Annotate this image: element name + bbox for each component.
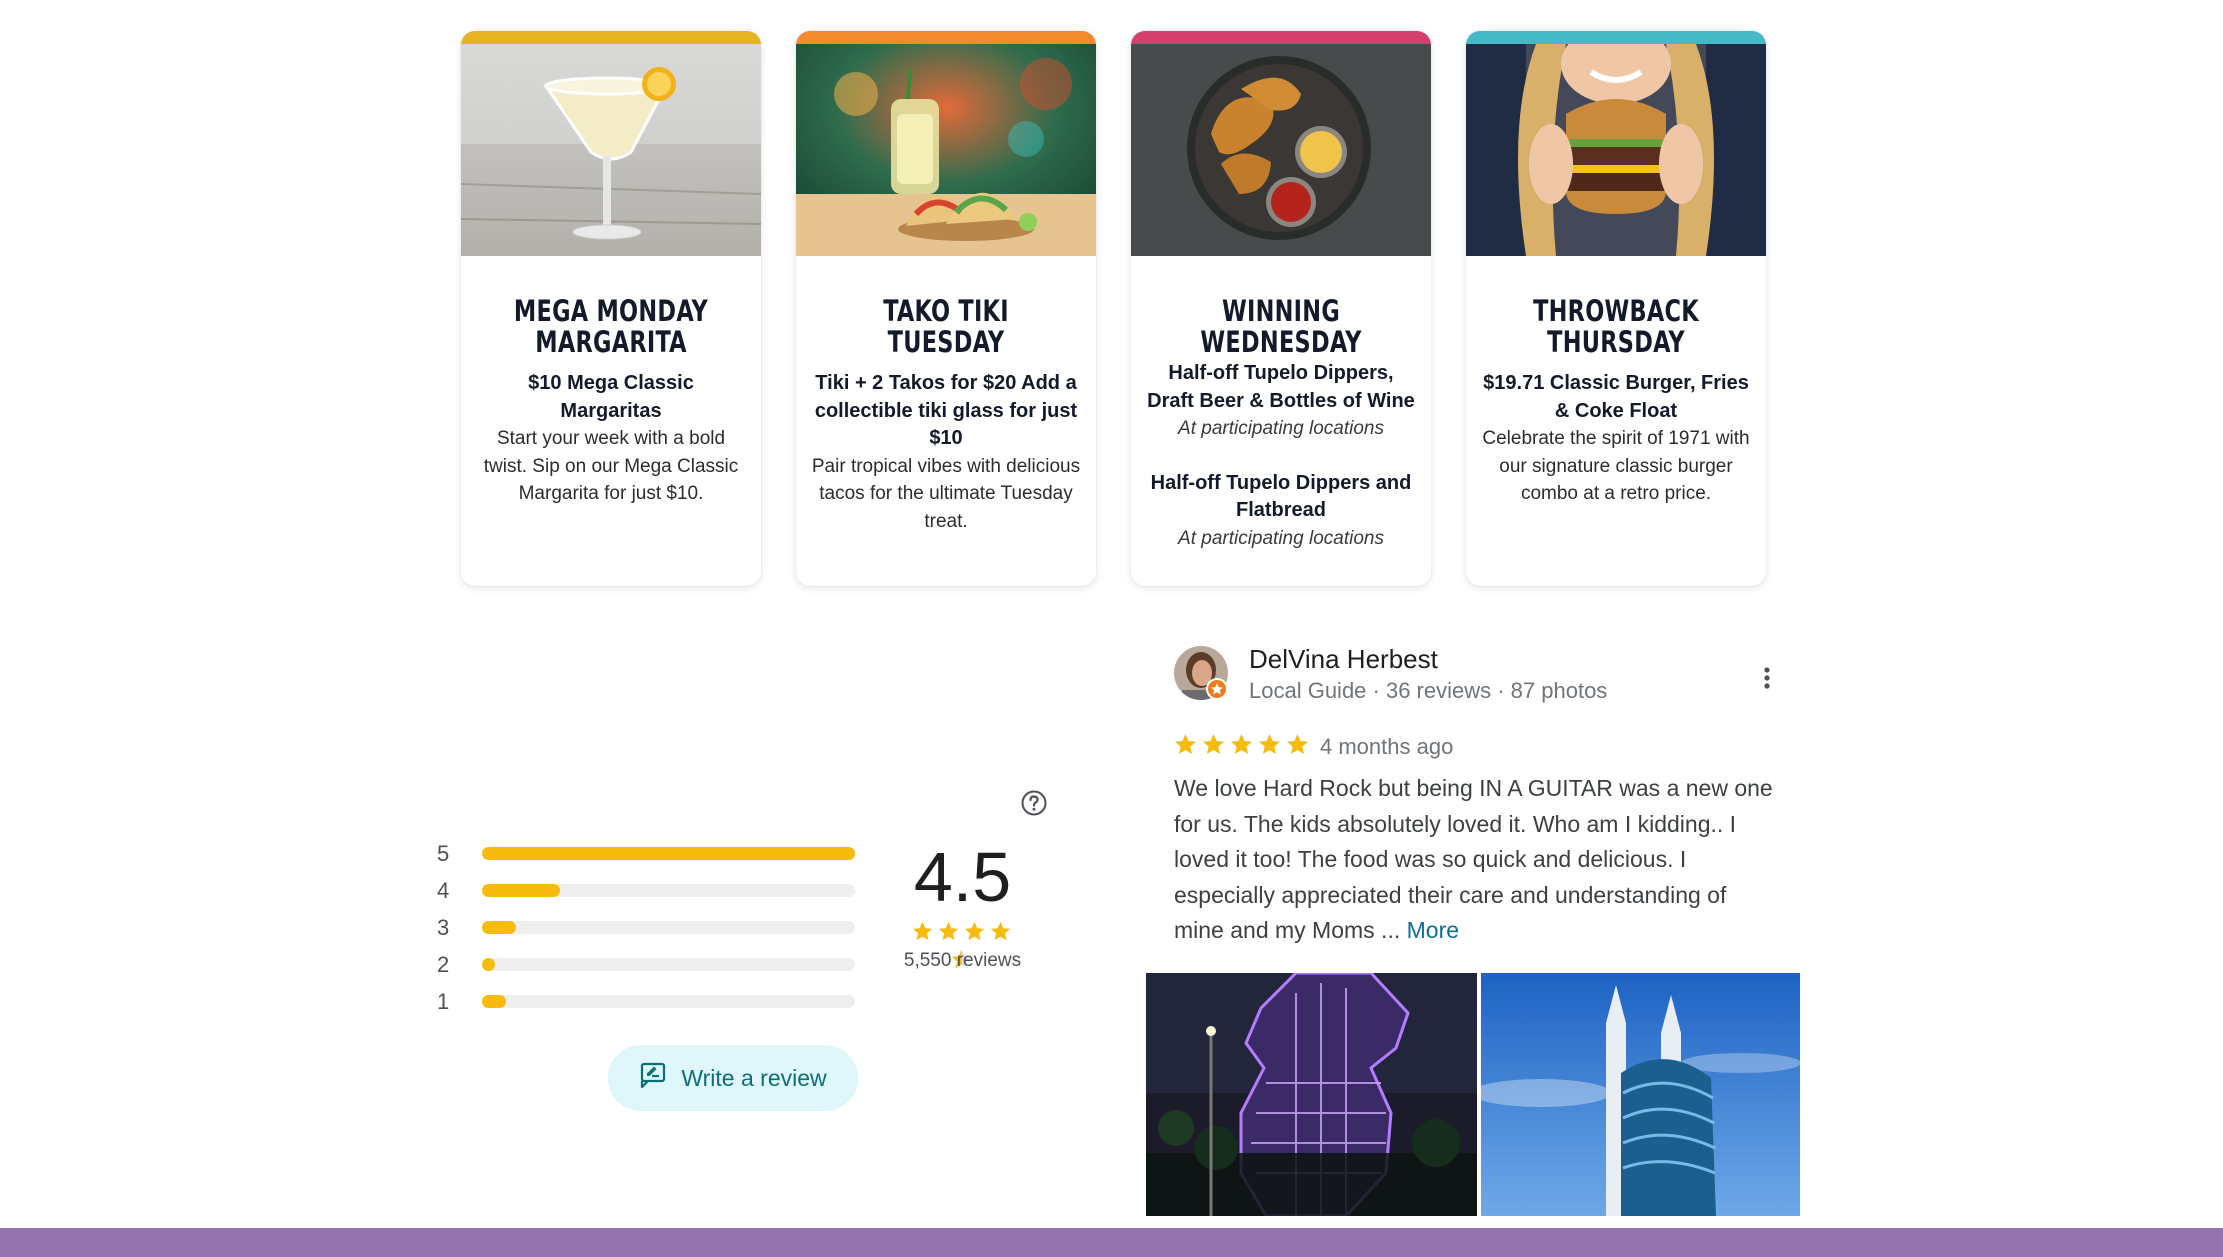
more-link[interactable]: More	[1407, 917, 1459, 943]
card-stripe	[1131, 31, 1431, 44]
help-circle-icon[interactable]	[1020, 789, 1048, 817]
rating-bar-label: 5	[437, 841, 450, 866]
card-description: Start your week with a bold twist. Sip o…	[483, 428, 739, 504]
rating-bar-3[interactable]: 3	[437, 912, 857, 949]
rating-bar-track	[482, 958, 855, 971]
card-deal: Tiki + 2 Takos for $20 Add a collectible…	[814, 372, 1078, 449]
reviewer-meta: Local Guide · 36 reviews · 87 photos	[1249, 678, 1608, 703]
rating-bar-2[interactable]: 2	[437, 949, 857, 986]
review-photo-night[interactable]	[1146, 973, 1477, 1216]
review-photo-day[interactable]	[1481, 973, 1800, 1216]
rating-bar-track	[482, 884, 855, 897]
rating-bar-track	[482, 847, 855, 860]
card-deal: $10 Mega Classic Margaritas	[528, 372, 694, 422]
review-time: 4 months ago	[1320, 734, 1454, 759]
tiki-tacos-photo	[796, 44, 1096, 256]
star-icon	[1287, 734, 1308, 754]
card-title: MEGA MONDAY MARGARITA	[513, 294, 709, 359]
burger-photo	[1466, 44, 1766, 256]
footer-band	[0, 1228, 2223, 1257]
card-description: Pair tropical vibes with delicious tacos…	[811, 455, 1081, 532]
card-note-2: At participating locations	[1178, 527, 1384, 549]
review-count[interactable]: 5,550 reviews	[900, 950, 1025, 972]
card-stripe	[1466, 31, 1766, 44]
promo-card-tuesday[interactable]: TAKO TIKI TUESDAY Tiki + 2 Takos for $20…	[796, 31, 1096, 586]
rating-bar-track	[482, 921, 855, 934]
card-deal-2: Half-off Tupelo Dippers and Flatbread	[1150, 471, 1412, 522]
rating-summary: 4.5 5,550 reviews	[900, 838, 1025, 972]
rating-bar-fill	[482, 921, 516, 934]
promo-card-wednesday[interactable]: WINNING WEDNESDAY Half-off Tupelo Dipper…	[1131, 31, 1431, 586]
star-icon	[1175, 734, 1196, 754]
rating-bar-5[interactable]: 5	[437, 838, 857, 875]
rating-bar-fill	[482, 995, 506, 1008]
card-deal: Half-off Tupelo Dippers, Draft Beer & Bo…	[1147, 362, 1415, 412]
rating-bar-label: 2	[437, 952, 450, 977]
more-options-icon[interactable]	[1755, 664, 1779, 692]
card-note: At participating locations	[1178, 418, 1384, 439]
rating-distribution: 5 4 3 2 1	[437, 838, 857, 1023]
rating-bar-label: 1	[437, 989, 450, 1014]
write-review-button[interactable]: Write a review	[608, 1045, 858, 1111]
tupelo-dippers-photo	[1131, 44, 1431, 256]
rating-bar-1[interactable]: 1	[437, 986, 857, 1023]
card-deal: $19.71 Classic Burger, Fries & Coke Floa…	[1483, 372, 1749, 422]
card-stripe	[796, 31, 1096, 44]
rate-review-icon	[639, 1061, 667, 1095]
write-review-label: Write a review	[681, 1064, 827, 1091]
star-icon	[1203, 734, 1224, 754]
star-icon	[1231, 734, 1252, 754]
promo-card-thursday[interactable]: THROWBACK THURSDAY $19.71 Classic Burger…	[1466, 31, 1766, 586]
rating-bar-fill	[482, 884, 560, 897]
rating-bar-label: 3	[437, 915, 450, 940]
rating-bar-fill	[482, 847, 855, 860]
rating-bar-fill	[482, 958, 495, 971]
reviewer-name[interactable]: DelVina Herbest	[1249, 644, 1438, 675]
card-title: THROWBACK THURSDAY	[1533, 294, 1699, 359]
review-stars	[1173, 732, 1313, 760]
card-title: TAKO TIKI TUESDAY	[883, 294, 1009, 359]
card-description: Celebrate the spirit of 1971 with our si…	[1482, 428, 1750, 504]
star-icon	[1259, 734, 1280, 754]
rating-bar-track	[482, 995, 855, 1008]
card-title: WINNING WEDNESDAY	[1200, 294, 1362, 359]
local-guide-badge-icon	[1206, 678, 1228, 700]
average-rating: 4.5	[913, 838, 1012, 916]
star-icon	[964, 921, 984, 941]
star-icon	[938, 921, 958, 941]
star-icon	[912, 921, 932, 941]
review-text: We love Hard Rock but being IN A GUITAR …	[1174, 771, 1774, 949]
average-stars	[900, 920, 1025, 969]
promo-card-monday[interactable]: MEGA MONDAY MARGARITA $10 Mega Classic M…	[461, 31, 761, 586]
promo-cards: MEGA MONDAY MARGARITA $10 Mega Classic M…	[461, 31, 1766, 586]
rating-bar-4[interactable]: 4	[437, 875, 857, 912]
review-body: We love Hard Rock but being IN A GUITAR …	[1174, 775, 1773, 943]
rating-bar-label: 4	[437, 878, 450, 903]
margarita-photo	[461, 44, 761, 256]
card-stripe	[461, 31, 761, 44]
star-icon	[990, 921, 1010, 941]
